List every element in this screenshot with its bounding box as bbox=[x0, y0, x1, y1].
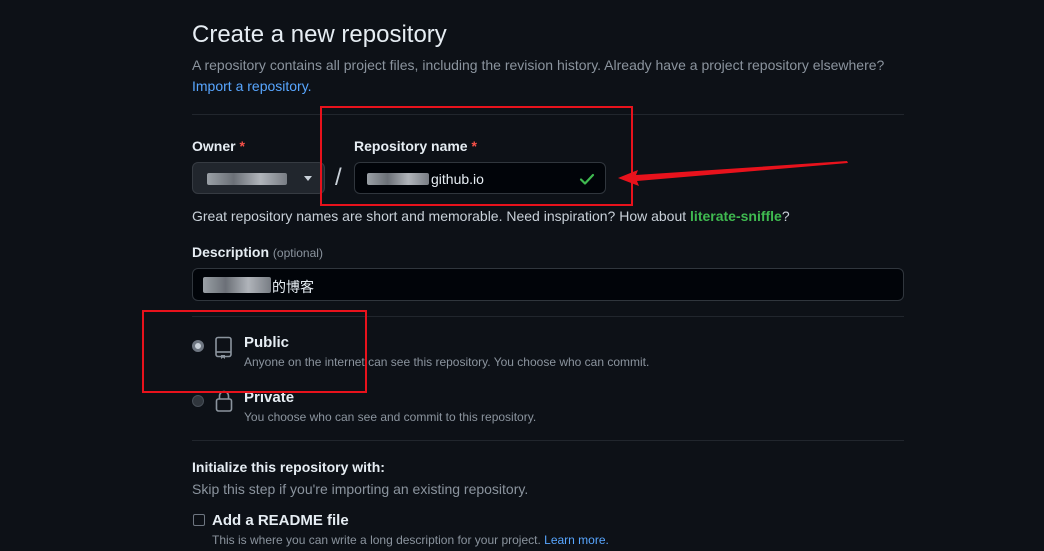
page-title: Create a new repository bbox=[192, 21, 447, 48]
initialize-subtitle: Skip this step if you're importing an ex… bbox=[192, 481, 529, 497]
learn-more-link[interactable]: Learn more. bbox=[544, 533, 609, 547]
annotation-arrow-icon bbox=[618, 161, 848, 186]
owner-avatar-redacted bbox=[207, 173, 287, 185]
import-repository-link[interactable]: Import a repository. bbox=[192, 78, 312, 94]
name-hint: Great repository names are short and mem… bbox=[192, 208, 790, 224]
annotation-box-public bbox=[142, 310, 367, 393]
page-subtitle: A repository contains all project files,… bbox=[192, 57, 885, 73]
readme-description: This is where you can write a long descr… bbox=[212, 533, 609, 547]
readme-checkbox[interactable] bbox=[193, 514, 205, 526]
private-radio[interactable] bbox=[192, 395, 204, 407]
divider bbox=[192, 440, 904, 441]
caret-down-icon bbox=[304, 176, 312, 181]
owner-label: Owner * bbox=[192, 138, 245, 154]
description-input[interactable]: 的博客 bbox=[192, 268, 904, 301]
initialize-title: Initialize this repository with: bbox=[192, 459, 385, 475]
private-description: You choose who can see and commit to thi… bbox=[244, 410, 537, 424]
description-redacted bbox=[203, 277, 271, 293]
description-label: Description (optional) bbox=[192, 244, 323, 260]
readme-label[interactable]: Add a README file bbox=[212, 512, 349, 529]
name-suggestion[interactable]: literate-sniffle bbox=[690, 208, 782, 224]
owner-select[interactable] bbox=[192, 162, 325, 194]
description-value: 的博客 bbox=[272, 279, 314, 295]
annotation-box-repo-name bbox=[320, 106, 633, 206]
